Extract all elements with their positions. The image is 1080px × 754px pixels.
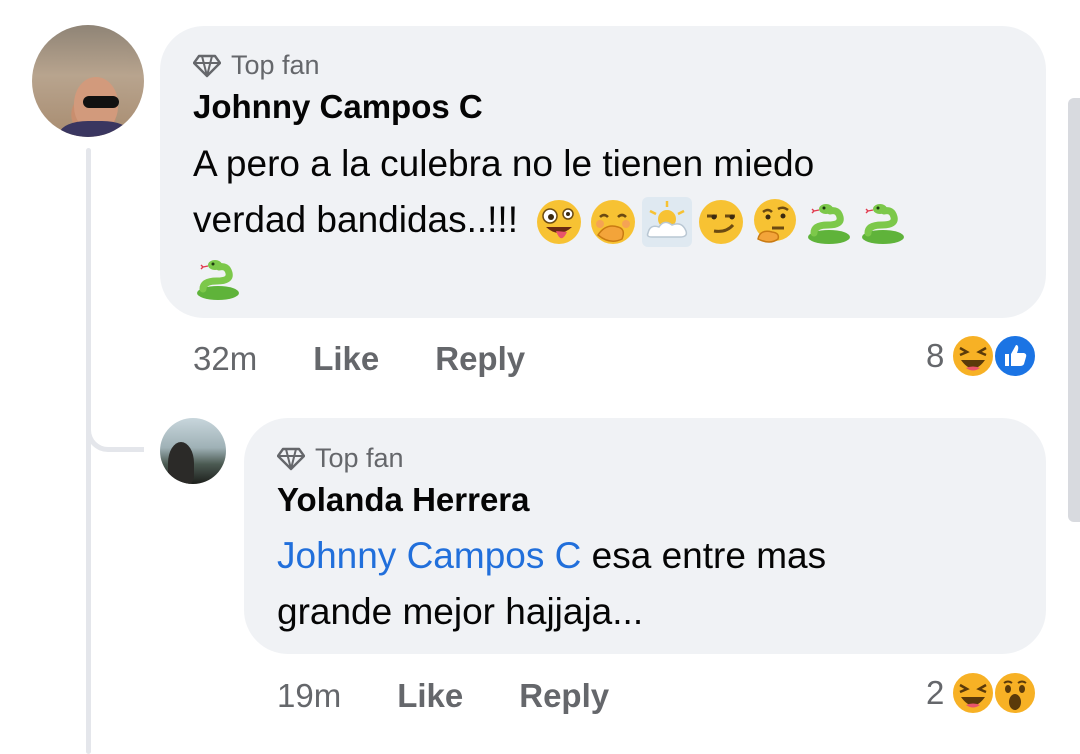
comment-text-line: A pero a la culebra no le tienen miedo [193,143,815,184]
badge-label: Top fan [315,443,404,473]
comment-timestamp[interactable]: 19m [277,677,341,715]
reaction-summary[interactable]: 2 [926,670,1038,716]
zany-face-icon [537,200,582,245]
snake-icon [197,260,239,301]
snake-icon [808,204,851,245]
reaction-count: 8 [926,337,945,374]
comment-text: A pero a la culebra no le tienen miedo v… [193,136,1023,304]
sun-behind-cloud-icon [642,197,693,248]
top-fan-badge: Top fan [193,50,320,81]
reply-button[interactable]: Reply [519,677,609,715]
thinking-face-icon [754,199,797,243]
comment-text-fragment: verdad bandidas..!!! [193,199,518,240]
reaction-count: 2 [926,674,945,711]
comment-author[interactable]: Yolanda Herrera [277,481,530,519]
top-fan-badge: Top fan [277,443,404,474]
comment-text-line [193,248,1023,304]
haha-icon [951,334,996,378]
smirk-face-icon [699,200,744,245]
like-button[interactable]: Like [397,677,463,715]
comment-actions: 19m Like Reply [277,677,609,715]
thread-line [86,148,91,754]
wow-icon [993,671,1038,715]
haha-icon [951,671,996,715]
avatar-figure [168,442,194,484]
avatar[interactable] [32,25,144,137]
comment-text-line: Johnny Campos C esa entre mas [277,528,1037,584]
emoji-row [534,197,908,248]
comment-timestamp[interactable]: 32m [193,340,257,378]
mention-link[interactable]: Johnny Campos C [277,535,581,576]
comment-actions: 32m Like Reply [193,340,525,378]
badge-label: Top fan [231,50,320,80]
diamond-icon [193,54,221,77]
reply-button[interactable]: Reply [435,340,525,378]
thread-connector [86,400,144,452]
like-button[interactable]: Like [313,340,379,378]
comment-text-line: verdad bandidas..!!! [193,192,1023,248]
like-icon [993,334,1038,378]
scrollbar[interactable] [1068,98,1080,522]
comment-author[interactable]: Johnny Campos C [193,88,483,126]
snake-icon [862,204,905,245]
comment-text-line: grande mejor hajjaja... [277,591,644,632]
face-with-hand-over-mouth-icon [591,200,636,245]
diamond-icon [277,447,305,470]
avatar-shirt [60,121,130,137]
comment-text-fragment: esa entre mas [581,535,827,576]
avatar[interactable] [160,418,226,484]
comment-text: Johnny Campos C esa entre mas grande mej… [277,528,1037,640]
reaction-summary[interactable]: 8 [926,333,1038,379]
avatar-glasses [83,96,119,108]
